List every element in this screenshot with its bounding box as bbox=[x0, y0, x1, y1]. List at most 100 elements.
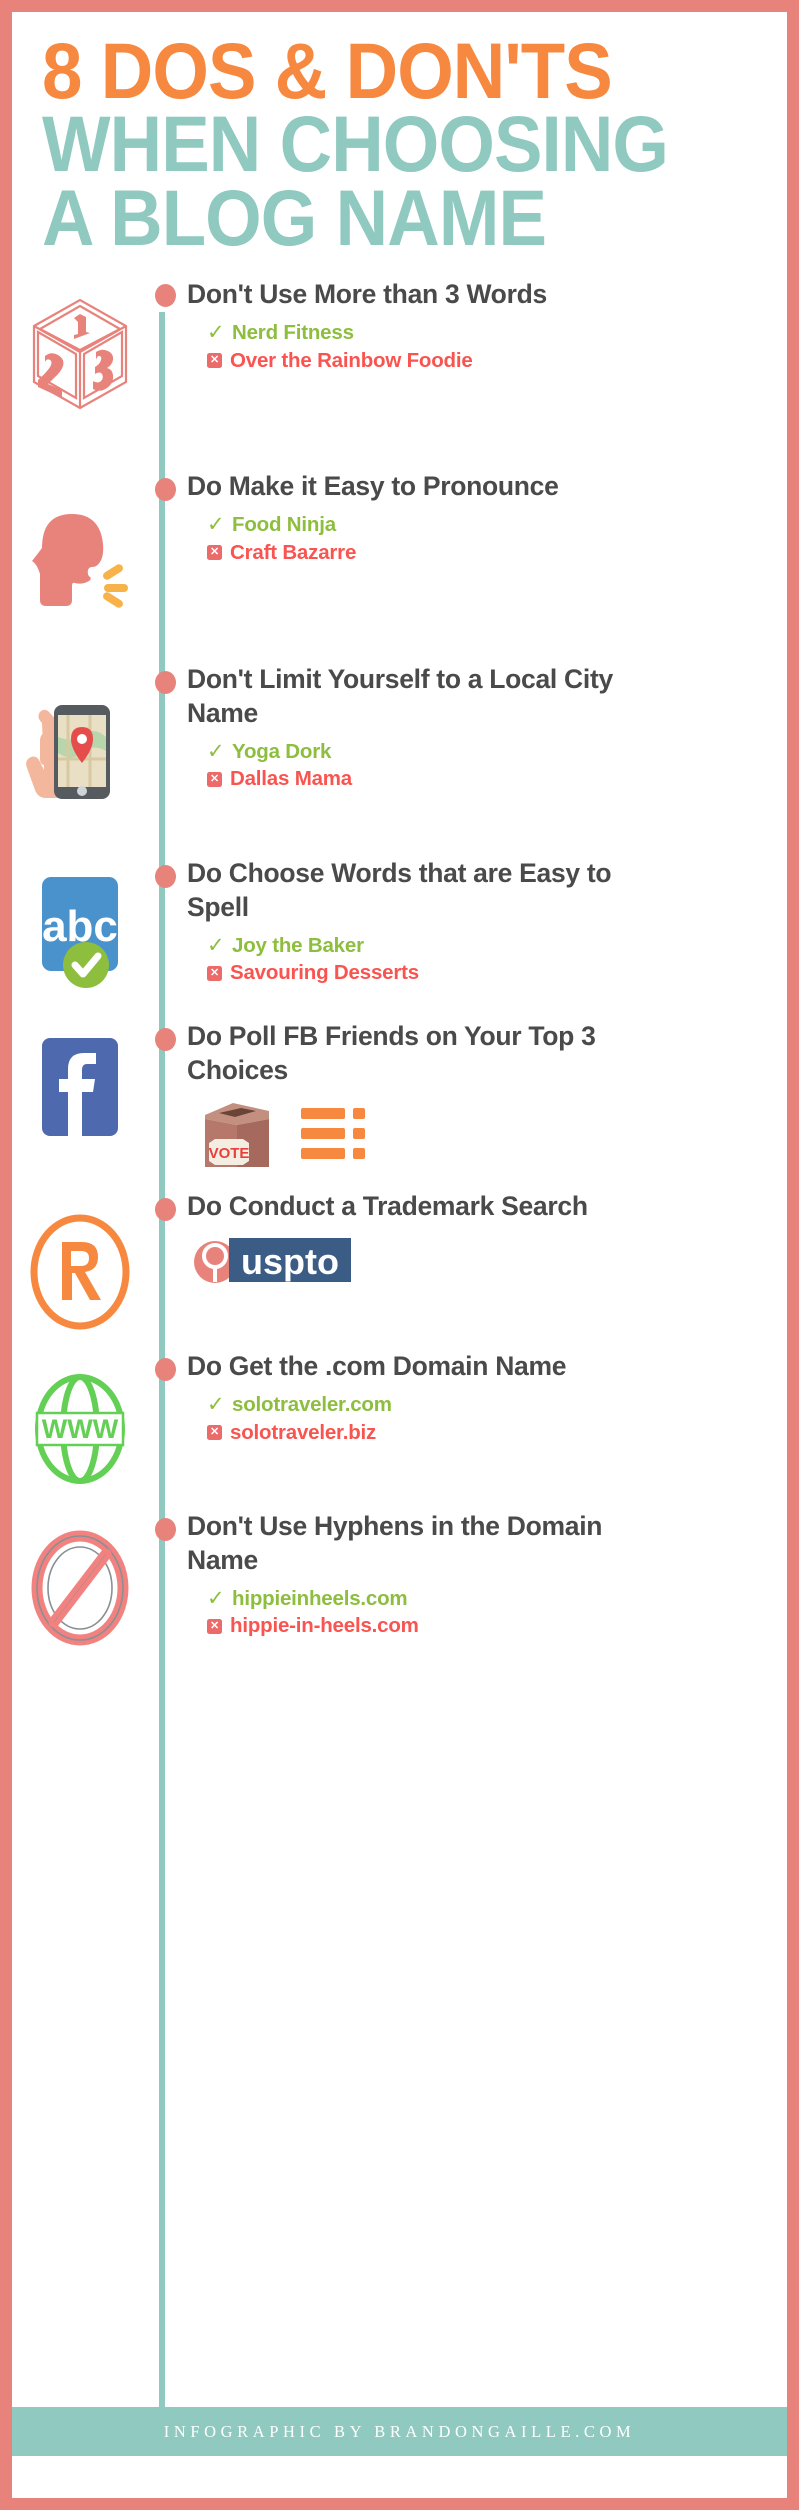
good-example: ✓ Yoga Dork bbox=[207, 738, 787, 765]
item-text-cell: Do Poll FB Friends on Your Top 3 Choices… bbox=[183, 1020, 787, 1171]
item-examples: ✓ Yoga Dork ✕ Dallas Mama bbox=[187, 738, 787, 793]
list-item: Don't Use More than 3 Words ✓ Nerd Fitne… bbox=[12, 278, 787, 470]
timeline-dot-cell bbox=[147, 1190, 183, 1222]
item-examples: ✓ Food Ninja ✕ Craft Bazarre bbox=[187, 511, 787, 566]
abc-block-dice-icon bbox=[32, 299, 127, 410]
bad-example: ✕ solotraveler.biz bbox=[207, 1419, 787, 1446]
footer-credit-bar: Infographic by BrandonGaille.com bbox=[12, 2407, 787, 2456]
item-sub-icons: VOTE bbox=[187, 1097, 787, 1171]
item-examples: ✓ solotraveler.com ✕ solotraveler.biz bbox=[187, 1391, 787, 1446]
good-example: ✓ hippieinheels.com bbox=[207, 1585, 787, 1612]
bad-example-label: Over the Rainbow Foodie bbox=[230, 348, 473, 372]
item-text-cell: Do Choose Words that are Easy to Spell ✓… bbox=[183, 857, 787, 986]
abc-spelling-icon: abc bbox=[41, 877, 118, 989]
cross-icon: ✕ bbox=[207, 1618, 222, 1634]
check-icon: ✓ bbox=[207, 934, 225, 958]
infographic-canvas: 8 DOS & DON'TS WHEN CHOOSING A BLOG NAME bbox=[12, 12, 787, 2498]
timeline-dot-cell bbox=[147, 663, 183, 695]
item-text-cell: Do Conduct a Trademark Search uspto bbox=[183, 1190, 787, 1291]
tips-list: Don't Use More than 3 Words ✓ Nerd Fitne… bbox=[12, 278, 787, 1670]
bad-example: ✕ Dallas Mama bbox=[207, 765, 787, 792]
list-item: abc Do Choose Words that are Easy to Spe… bbox=[12, 857, 787, 1020]
item-text-cell: Don't Use Hyphens in the Domain Name ✓ h… bbox=[183, 1510, 787, 1639]
item-sub-icons: uspto bbox=[187, 1234, 787, 1291]
title-line-2: WHEN CHOOSING bbox=[42, 99, 669, 189]
item-examples: ✓ hippieinheels.com ✕ hippie-in-heels.co… bbox=[187, 1585, 787, 1640]
good-example-label: Nerd Fitness bbox=[232, 321, 354, 345]
timeline-dot bbox=[154, 671, 176, 695]
uspto-logo-icon: uspto bbox=[194, 1238, 351, 1284]
timeline-dot-cell bbox=[147, 857, 183, 889]
item-heading: Do Conduct a Trademark Search bbox=[187, 1191, 588, 1222]
bad-example: ✕ Over the Rainbow Foodie bbox=[207, 347, 787, 374]
good-example-label: Food Ninja bbox=[232, 513, 336, 537]
good-example: ✓ Joy the Baker bbox=[207, 932, 787, 959]
list-item: Do Poll FB Friends on Your Top 3 Choices… bbox=[12, 1020, 787, 1190]
timeline-dot bbox=[154, 1358, 176, 1382]
item-text-cell: Do Make it Easy to Pronounce ✓ Food Ninj… bbox=[183, 470, 787, 565]
cross-icon: ✕ bbox=[207, 771, 222, 787]
list-item: Do Conduct a Trademark Search uspto bbox=[12, 1190, 787, 1350]
item-examples: ✓ Joy the Baker ✕ Savouring Desserts bbox=[187, 932, 787, 987]
footer-credit-text: Infographic by BrandonGaille.com bbox=[163, 2421, 636, 2441]
title-line-3: A BLOG NAME bbox=[42, 172, 547, 262]
hand-holding-phone-map-icon bbox=[25, 705, 110, 800]
item-heading: Do Choose Words that are Easy to Spell bbox=[187, 858, 612, 923]
cross-icon: ✕ bbox=[207, 544, 222, 560]
uspto-label: uspto bbox=[241, 1241, 339, 1282]
item-text-cell: Don't Limit Yourself to a Local City Nam… bbox=[183, 663, 787, 792]
timeline-dot bbox=[154, 1028, 176, 1052]
vote-label: VOTE bbox=[209, 1145, 250, 1162]
check-icon: ✓ bbox=[207, 321, 225, 345]
item-icon-cell bbox=[12, 1510, 147, 1648]
title-line-1: 8 DOS & DON'TS bbox=[42, 26, 613, 115]
infographic-poster: 8 DOS & DON'TS WHEN CHOOSING A BLOG NAME bbox=[0, 0, 799, 2510]
facebook-icon bbox=[41, 1038, 118, 1137]
item-heading: Don't Use Hyphens in the Domain Name bbox=[187, 1511, 603, 1576]
timeline-dot-cell bbox=[147, 470, 183, 502]
bad-example: ✕ hippie-in-heels.com bbox=[207, 1612, 787, 1639]
bad-example-label: solotraveler.biz bbox=[230, 1420, 377, 1444]
page-title: 8 DOS & DON'TS WHEN CHOOSING A BLOG NAME bbox=[12, 12, 787, 258]
timeline-dot-cell bbox=[147, 1020, 183, 1052]
timeline-dot-cell bbox=[147, 278, 183, 308]
item-heading: Don't Use More than 3 Words bbox=[187, 279, 547, 310]
www-globe-icon: WWW bbox=[34, 1374, 125, 1485]
good-example-label: hippieinheels.com bbox=[232, 1587, 408, 1611]
timeline-dot bbox=[154, 284, 176, 308]
timeline-dot bbox=[154, 1198, 176, 1222]
item-examples: ✓ Nerd Fitness ✕ Over the Rainbow Foodie bbox=[187, 319, 787, 374]
item-icon-cell bbox=[12, 1020, 147, 1154]
check-icon: ✓ bbox=[207, 513, 225, 537]
bad-example: ✕ Savouring Desserts bbox=[207, 959, 787, 986]
good-example-label: Yoga Dork bbox=[232, 740, 332, 764]
bad-example-label: Dallas Mama bbox=[230, 767, 353, 791]
list-item: Do Make it Easy to Pronounce ✓ Food Ninj… bbox=[12, 470, 787, 663]
check-icon: ✓ bbox=[207, 1587, 225, 1611]
item-icon-cell bbox=[12, 1190, 147, 1332]
item-heading: Do Make it Easy to Pronounce bbox=[187, 471, 559, 502]
item-icon-cell: abc bbox=[12, 857, 147, 993]
check-icon: ✓ bbox=[207, 740, 225, 764]
item-text-cell: Don't Use More than 3 Words ✓ Nerd Fitne… bbox=[183, 278, 787, 373]
timeline-dot-cell bbox=[147, 1510, 183, 1542]
item-heading: Do Get the .com Domain Name bbox=[187, 1351, 567, 1382]
list-item: Don't Use Hyphens in the Domain Name ✓ h… bbox=[12, 1510, 787, 1670]
timeline-dot bbox=[154, 478, 176, 502]
item-text-cell: Do Get the .com Domain Name ✓ solotravel… bbox=[183, 1350, 787, 1445]
www-label: WWW bbox=[41, 1414, 118, 1444]
ballot-box-vote-icon: VOTE bbox=[205, 1103, 269, 1168]
item-icon-cell bbox=[12, 470, 147, 622]
good-example: ✓ Nerd Fitness bbox=[207, 319, 787, 346]
item-icon-cell bbox=[12, 278, 147, 416]
poll-list-icon bbox=[301, 1108, 365, 1160]
item-icon-cell bbox=[12, 663, 147, 805]
cross-icon: ✕ bbox=[207, 1424, 222, 1440]
check-icon: ✓ bbox=[207, 1393, 225, 1417]
cross-icon: ✕ bbox=[207, 352, 222, 368]
good-example: ✓ Food Ninja bbox=[207, 511, 787, 538]
item-heading: Do Poll FB Friends on Your Top 3 Choices bbox=[187, 1021, 596, 1086]
registered-trademark-icon bbox=[30, 1214, 129, 1330]
list-item: Don't Limit Yourself to a Local City Nam… bbox=[12, 663, 787, 857]
speaking-head-icon bbox=[31, 514, 128, 609]
